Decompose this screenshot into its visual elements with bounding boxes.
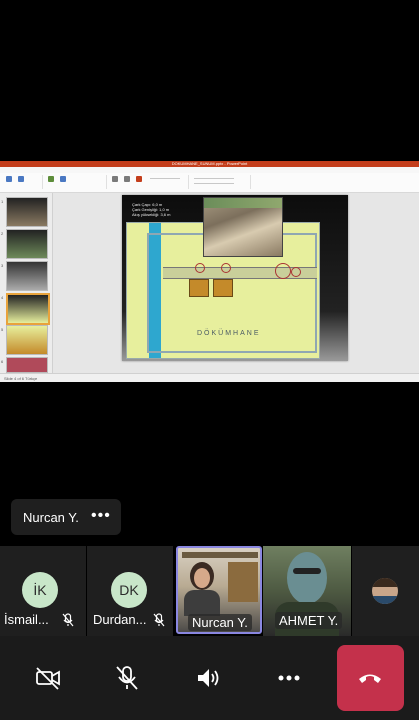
mic-muted-icon [62,613,74,627]
status-text: Slide 4 of 6 Türkçe [4,376,38,381]
camera-button[interactable] [13,648,83,708]
shared-screen: DOKUMHANE_SUNUM.pptx - PowerPoint File H… [0,161,419,382]
speaker-icon [198,669,219,687]
call-controls [0,636,419,720]
participant-name: Nurcan Y. [188,614,252,631]
wheel-marker [275,263,291,279]
align-box [194,183,234,184]
wheel-marker [195,263,205,273]
bookshelf [228,562,258,602]
status-bar: Slide 4 of 6 Türkçe [0,373,419,382]
participant-video-tile[interactable] [352,546,419,636]
hair [372,578,398,587]
speaker-button[interactable] [173,648,243,708]
wheel-marker [221,263,231,273]
new-slide-icon [48,176,54,182]
participant-tile[interactable]: DK Durdan... [87,546,173,636]
font-box [150,178,180,179]
thumb-number: 3 [1,263,4,268]
slide-thumbnail[interactable] [6,197,48,227]
slide-thumbnail[interactable] [6,357,48,373]
thumb-number: 6 [1,359,4,364]
shoulders [184,590,220,616]
paste-icon [6,176,12,182]
participant-tile[interactable]: İK İsmail... [0,546,86,636]
bold-icon [112,176,118,182]
slide-thumbnail-selected[interactable] [6,293,50,325]
ribbon [0,173,419,193]
cut-icon [18,176,24,182]
bookshelf [182,552,258,558]
avatar: DK [111,572,147,608]
face [287,552,327,604]
layout-icon [60,176,66,182]
participant-video-tile[interactable]: Nurcan Y. [176,546,262,634]
more-dots-icon[interactable]: ••• [91,507,111,525]
participant-strip: İK İsmail... DK Durdan... Nurcan Y. AHME… [0,546,419,636]
face [194,568,210,588]
slide-thumbnail[interactable] [6,261,48,291]
slide-canvas: DÖKÜMHANE Çark Çapı: 6,0 m Çark Genişliğ… [53,193,419,373]
caption-line: Akış yüksekliği: 3,6 m [132,212,171,217]
excavation-photo [203,197,283,257]
slide-caption: Çark Çapı: 6,0 m Çark Genişliği: 1,0 m A… [132,202,188,217]
avatar: İK [22,572,58,608]
slide-thumbnail[interactable] [6,229,48,259]
italic-icon [124,176,130,182]
glasses [293,568,321,574]
avatar-photo [372,578,398,604]
furnace-marker [189,279,209,297]
shirt [372,596,398,604]
mic-muted-icon [153,613,165,627]
current-slide: DÖKÜMHANE Çark Çapı: 6,0 m Çark Genişliğ… [122,195,348,361]
font-color-icon [136,176,142,182]
more-dots-icon [278,675,300,681]
wheel-marker [291,267,301,277]
plan-title: DÖKÜMHANE [197,330,261,337]
thumb-number: 2 [1,231,4,236]
photo-trees [204,198,282,208]
thumb-number: 1 [1,199,4,204]
slide-thumbnails: 1 2 3 4 5 6 [0,193,53,373]
participant-name: AHMET Y. [275,612,343,629]
bullets-box [194,178,234,179]
hang-up-icon [359,674,381,683]
speaker-pill[interactable]: Nurcan Y. ••• [11,499,121,535]
mic-off-icon [116,666,138,690]
mic-button[interactable] [92,648,162,708]
more-options-button[interactable] [254,648,324,708]
furnace-marker [213,279,233,297]
speaker-name: Nurcan Y. [23,510,79,525]
participant-video-tile[interactable]: AHMET Y. [263,546,351,636]
camera-off-icon [36,667,60,690]
thumb-number: 4 [1,295,4,300]
participant-name: İsmail... [4,612,49,627]
slide-thumbnail[interactable] [6,325,48,355]
hang-up-button[interactable] [337,645,404,711]
thumb-number: 5 [1,327,4,332]
participant-name: Durdan... [93,612,147,627]
